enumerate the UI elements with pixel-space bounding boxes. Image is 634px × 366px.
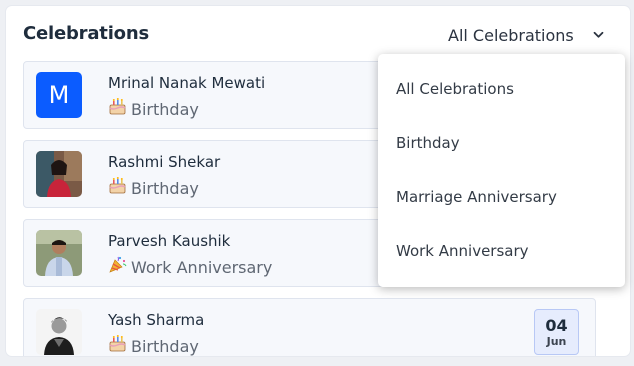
celebration-type-label: Birthday bbox=[131, 337, 199, 356]
person-name: Rashmi Shekar bbox=[108, 153, 221, 171]
person-name: Mrinal Nanak Mewati bbox=[108, 74, 266, 92]
celebration-type: Work Anniversary bbox=[108, 255, 272, 277]
celebration-filter-menu: All Celebrations Birthday Marriage Anniv… bbox=[378, 54, 625, 287]
chevron-down-icon[interactable] bbox=[593, 24, 604, 43]
celebration-filter-select[interactable]: All Celebrations bbox=[448, 24, 604, 45]
celebration-type: Birthday bbox=[108, 176, 199, 198]
menu-item-all-celebrations[interactable]: All Celebrations bbox=[396, 80, 514, 98]
celebration-type: Birthday bbox=[108, 97, 199, 119]
avatar bbox=[36, 309, 82, 355]
celebration-type: Birthday bbox=[108, 334, 199, 356]
date-month: Jun bbox=[546, 335, 567, 348]
celebration-type-label: Birthday bbox=[131, 100, 199, 119]
birthday-cake-icon bbox=[108, 176, 130, 198]
date-day: 04 bbox=[545, 316, 568, 335]
date-badge: 04 Jun bbox=[534, 309, 579, 355]
person-name: Yash Sharma bbox=[108, 311, 205, 329]
menu-item-marriage-anniversary[interactable]: Marriage Anniversary bbox=[396, 188, 557, 206]
party-popper-icon bbox=[108, 255, 130, 277]
person-name: Parvesh Kaushik bbox=[108, 232, 231, 250]
birthday-cake-icon bbox=[108, 97, 130, 119]
birthday-cake-icon bbox=[108, 334, 130, 356]
menu-item-work-anniversary[interactable]: Work Anniversary bbox=[396, 242, 529, 260]
card-title: Celebrations bbox=[23, 23, 149, 44]
celebration-type-label: Birthday bbox=[131, 179, 199, 198]
avatar bbox=[36, 151, 82, 197]
list-item[interactable]: Yash Sharma Birthday 04 Jun bbox=[23, 298, 596, 356]
menu-item-birthday[interactable]: Birthday bbox=[396, 134, 460, 152]
avatar bbox=[36, 230, 82, 276]
avatar: M bbox=[36, 72, 82, 118]
filter-selected-label: All Celebrations bbox=[448, 26, 574, 45]
celebration-type-label: Work Anniversary bbox=[131, 258, 273, 277]
